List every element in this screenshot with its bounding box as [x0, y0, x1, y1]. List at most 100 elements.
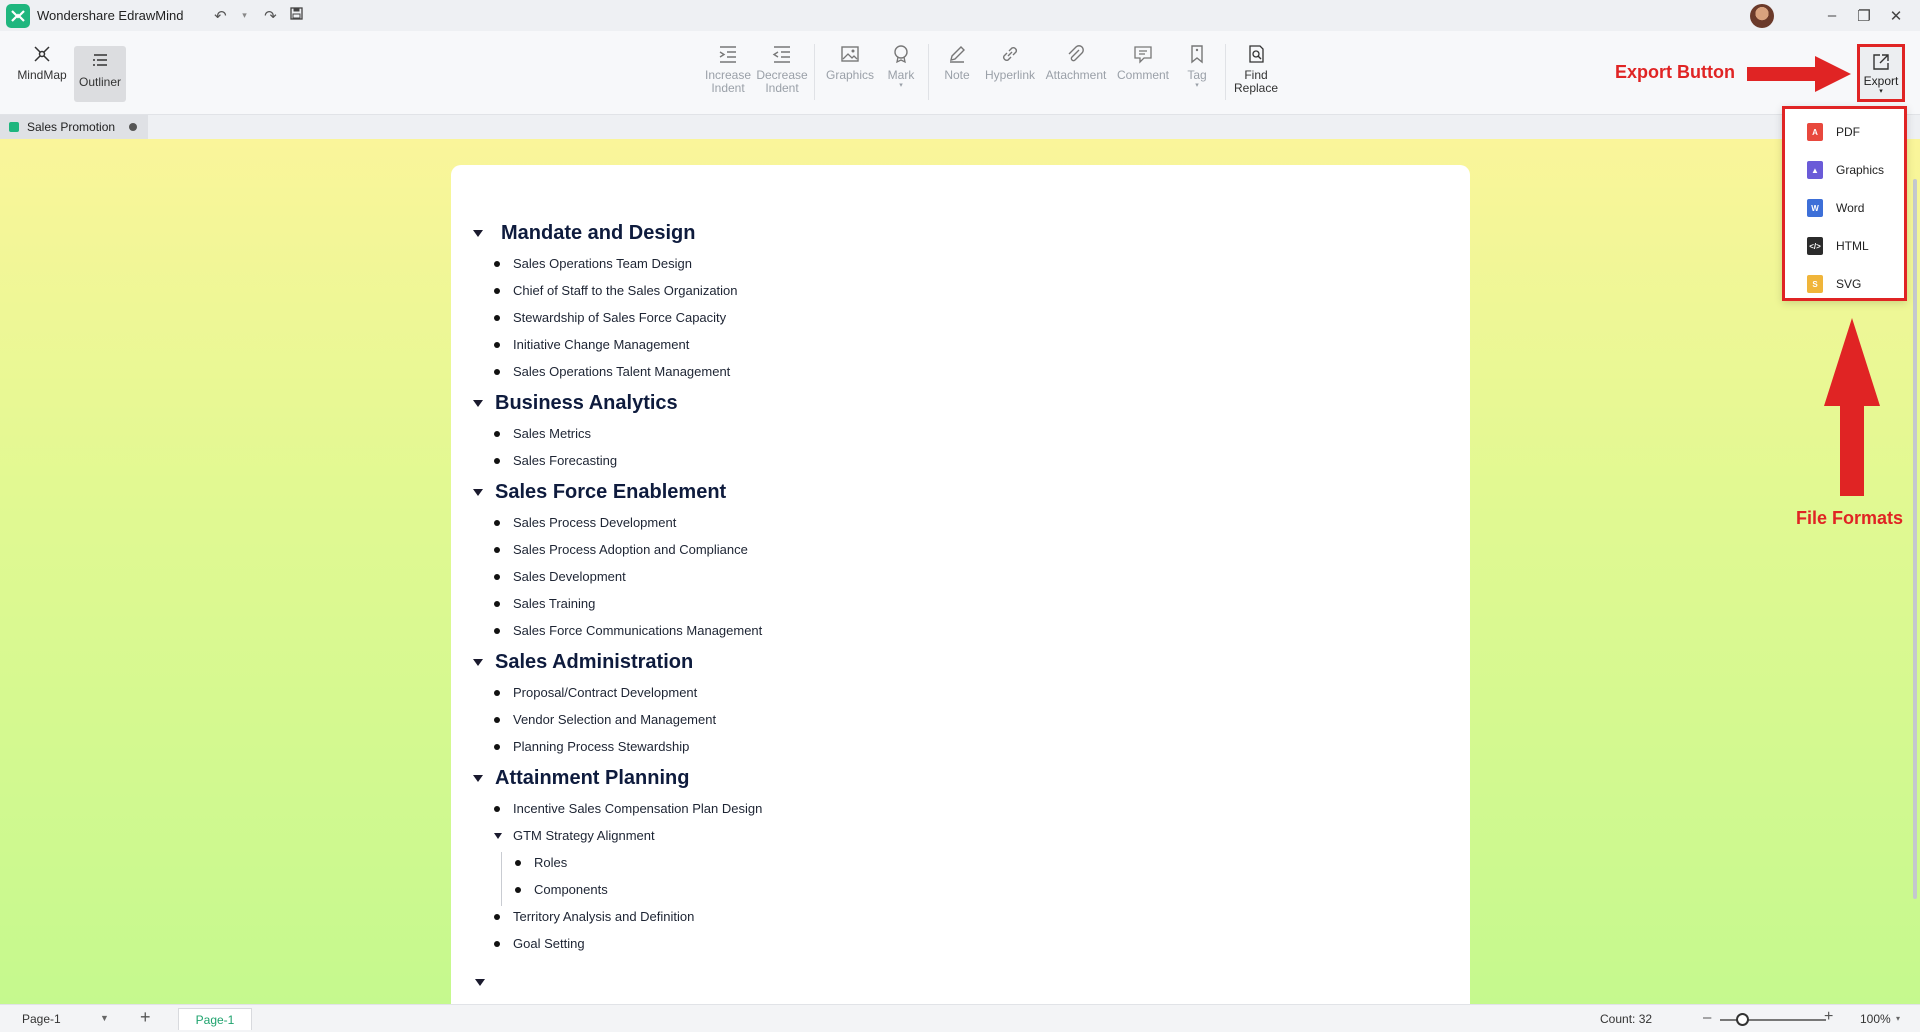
outline-topic[interactable]: Attainment Planning: [473, 767, 689, 790]
document-tab[interactable]: Sales Promotion: [0, 115, 148, 139]
zoom-slider-knob[interactable]: [1736, 1013, 1750, 1026]
item-label[interactable]: Goal Setting: [513, 936, 585, 951]
increase-indent-button[interactable]: Increase Indent: [705, 43, 751, 95]
outline-item[interactable]: Initiative Change Management: [494, 337, 689, 352]
item-label[interactable]: Sales Force Communications Management: [513, 623, 762, 638]
outline-item[interactable]: Proposal/Contract Development: [494, 685, 697, 700]
item-label[interactable]: Sales Process Development: [513, 515, 676, 530]
item-label[interactable]: Incentive Sales Compensation Plan Design: [513, 801, 762, 816]
outline-item[interactable]: Sales Metrics: [494, 426, 591, 441]
item-label[interactable]: Sales Training: [513, 596, 595, 611]
item-label[interactable]: Initiative Change Management: [513, 337, 689, 352]
item-label[interactable]: Chief of Staff to the Sales Organization: [513, 283, 738, 298]
bullet-icon: [494, 260, 500, 267]
outline-item[interactable]: Territory Analysis and Definition: [494, 909, 694, 924]
pdf-file-icon: A: [1807, 123, 1823, 141]
outline-item[interactable]: Planning Process Stewardship: [494, 739, 689, 754]
note-button[interactable]: Note: [938, 43, 976, 82]
item-label[interactable]: Sales Forecasting: [513, 453, 617, 468]
outline-item[interactable]: Vendor Selection and Management: [494, 712, 716, 727]
zoom-out-icon[interactable]: –: [1703, 1009, 1711, 1026]
topic-title[interactable]: Business Analytics: [495, 392, 678, 415]
collapse-caret-icon[interactable]: [473, 659, 483, 666]
item-label[interactable]: GTM Strategy Alignment: [513, 828, 655, 843]
undo-icon[interactable]: ↶: [209, 7, 231, 25]
topic-title[interactable]: Sales Force Enablement: [495, 481, 726, 504]
topic-title[interactable]: Attainment Planning: [495, 767, 689, 790]
item-label[interactable]: Stewardship of Sales Force Capacity: [513, 310, 726, 325]
undo-dropdown-icon[interactable]: ▾: [233, 10, 255, 21]
user-avatar[interactable]: [1750, 3, 1774, 28]
outline-item[interactable]: Sales Forecasting: [494, 453, 617, 468]
zoom-in-icon[interactable]: +: [1824, 1008, 1833, 1026]
outline-item[interactable]: Sales Process Adoption and Compliance: [494, 542, 748, 557]
item-label[interactable]: Proposal/Contract Development: [513, 685, 697, 700]
outline-item[interactable]: Sales Development: [494, 569, 626, 584]
export-option-html[interactable]: </> HTML: [1807, 237, 1869, 255]
outline-item[interactable]: Sales Force Communications Management: [494, 623, 762, 638]
export-option-svg[interactable]: S SVG: [1807, 275, 1861, 293]
status-bar: Page-1 ▼ + Page-1 Count: 32 – + 100% ▾: [0, 1004, 1920, 1032]
minimize-icon[interactable]: –: [1816, 7, 1848, 24]
topic-title[interactable]: Mandate and Design: [501, 222, 695, 245]
export-option-graphics[interactable]: ▲ Graphics: [1807, 161, 1884, 179]
hyperlink-button[interactable]: Hyperlink: [982, 43, 1038, 82]
outline-subitem[interactable]: Roles: [515, 855, 567, 870]
outline-topic[interactable]: Business Analytics: [473, 392, 678, 415]
item-label[interactable]: Sales Operations Talent Management: [513, 364, 730, 379]
outline-item[interactable]: Sales Operations Team Design: [494, 256, 692, 271]
outline-topic[interactable]: Sales Administration: [473, 651, 693, 674]
outline-item[interactable]: Sales Training: [494, 596, 595, 611]
outline-item[interactable]: GTM Strategy Alignment: [494, 828, 655, 843]
empty-topic-caret-icon[interactable]: [475, 979, 485, 986]
outliner-view-button[interactable]: Outliner: [74, 46, 126, 102]
mindmap-view-button[interactable]: MindMap: [16, 43, 68, 99]
export-option-pdf[interactable]: A PDF: [1807, 123, 1860, 141]
close-icon[interactable]: ✕: [1880, 7, 1912, 25]
page-select-dropdown-icon[interactable]: ▼: [100, 1013, 109, 1023]
vertical-scrollbar[interactable]: [1910, 139, 1920, 1004]
outline-topic[interactable]: Mandate and Design: [473, 222, 695, 245]
outline-item[interactable]: Incentive Sales Compensation Plan Design: [494, 801, 762, 816]
item-label[interactable]: Roles: [534, 855, 567, 870]
topic-title[interactable]: Sales Administration: [495, 651, 693, 674]
find-replace-button[interactable]: Find Replace: [1234, 43, 1278, 95]
item-label[interactable]: Planning Process Stewardship: [513, 739, 689, 754]
collapse-caret-icon[interactable]: [473, 400, 483, 407]
export-button[interactable]: Export ▾: [1857, 44, 1905, 102]
add-page-icon[interactable]: +: [140, 1007, 151, 1028]
outline-item[interactable]: Chief of Staff to the Sales Organization: [494, 283, 738, 298]
outline-topic[interactable]: Sales Force Enablement: [473, 481, 726, 504]
item-label[interactable]: Sales Operations Team Design: [513, 256, 692, 271]
tag-button[interactable]: Tag ▾: [1178, 43, 1216, 90]
decrease-indent-button[interactable]: Decrease Indent: [756, 43, 808, 95]
page-select[interactable]: Page-1: [22, 1012, 61, 1026]
scrollbar-thumb[interactable]: [1913, 179, 1917, 899]
outline-subitem[interactable]: Components: [515, 882, 608, 897]
collapse-caret-icon[interactable]: [473, 489, 483, 496]
comment-button[interactable]: Comment: [1114, 43, 1172, 82]
item-label[interactable]: Components: [534, 882, 608, 897]
export-option-word[interactable]: W Word: [1807, 199, 1864, 217]
graphics-button[interactable]: Graphics: [826, 43, 874, 82]
item-label[interactable]: Vendor Selection and Management: [513, 712, 716, 727]
collapse-caret-icon[interactable]: [473, 230, 483, 237]
item-label[interactable]: Sales Metrics: [513, 426, 591, 441]
outline-item[interactable]: Sales Process Development: [494, 515, 676, 530]
zoom-level[interactable]: 100%: [1860, 1012, 1891, 1026]
outline-item[interactable]: Goal Setting: [494, 936, 585, 951]
item-label[interactable]: Territory Analysis and Definition: [513, 909, 694, 924]
zoom-dropdown-icon[interactable]: ▾: [1896, 1014, 1900, 1023]
item-label[interactable]: Sales Development: [513, 569, 626, 584]
item-label[interactable]: Sales Process Adoption and Compliance: [513, 542, 748, 557]
attachment-button[interactable]: Attachment: [1044, 43, 1108, 82]
collapse-caret-icon[interactable]: [473, 775, 483, 782]
mark-button[interactable]: Mark ▾: [882, 43, 920, 90]
redo-icon[interactable]: ↷: [259, 7, 281, 25]
restore-icon[interactable]: ❐: [1848, 7, 1880, 25]
collapse-caret-icon[interactable]: [494, 832, 502, 839]
save-icon[interactable]: [285, 7, 307, 24]
page-tab[interactable]: Page-1: [178, 1008, 252, 1030]
outline-item[interactable]: Stewardship of Sales Force Capacity: [494, 310, 726, 325]
outline-item[interactable]: Sales Operations Talent Management: [494, 364, 730, 379]
